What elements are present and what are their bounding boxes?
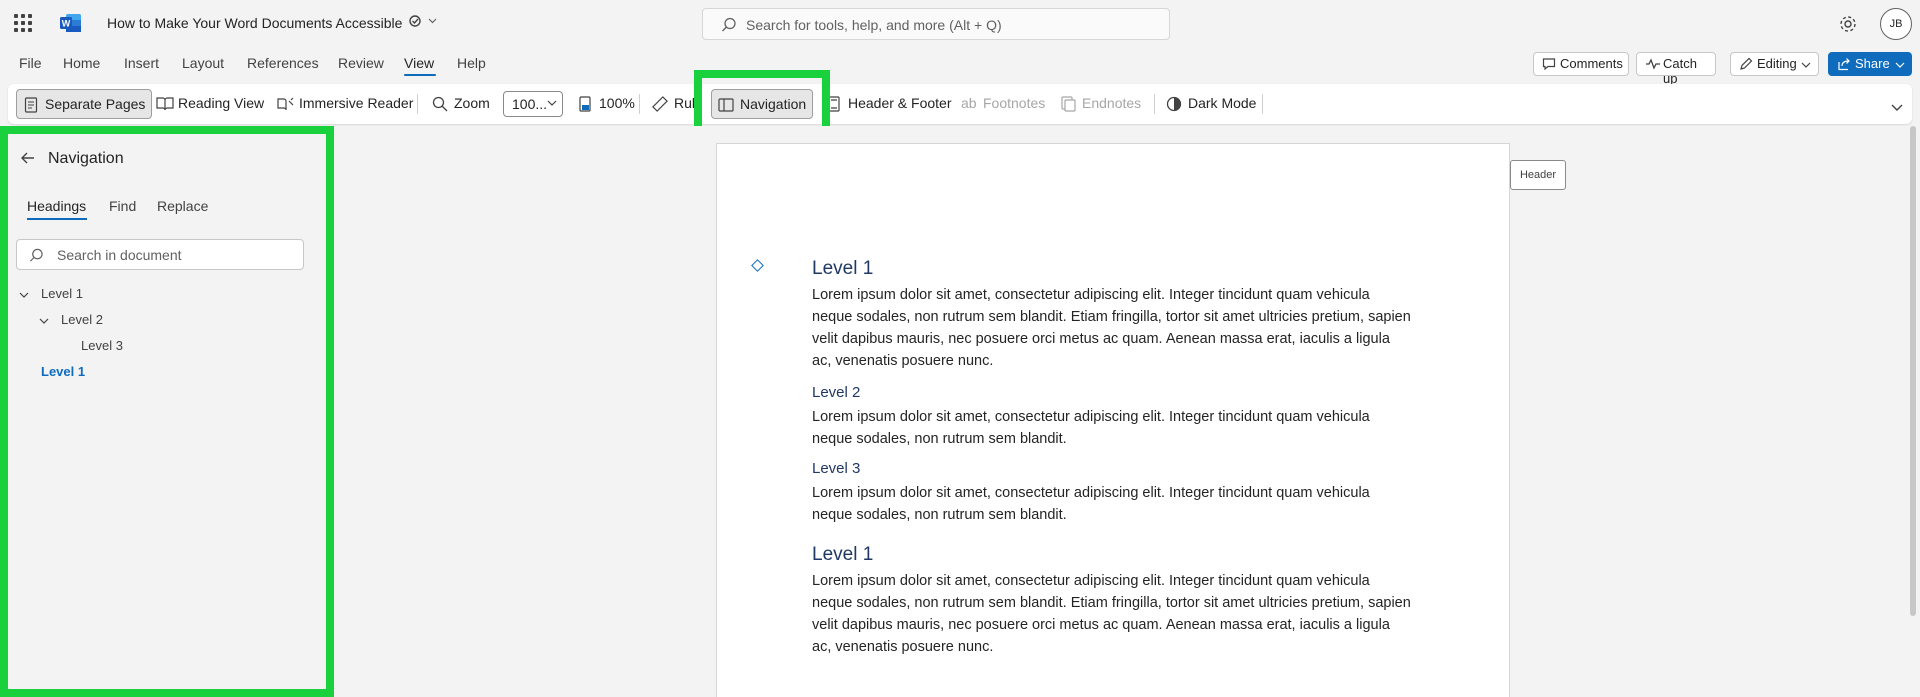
heading-tree-item[interactable]: Level 3 xyxy=(81,338,123,353)
reading-view-button[interactable]: Reading View xyxy=(150,89,270,119)
editing-mode-button[interactable]: Editing xyxy=(1730,52,1819,76)
body-paragraph[interactable]: Lorem ipsum dolor sit amet, consectetur … xyxy=(812,284,1412,372)
footnote-ab-icon: ab xyxy=(961,95,977,111)
heading-tree-item[interactable]: Level 1 xyxy=(41,286,83,301)
ribbon-divider xyxy=(1154,94,1155,114)
share-label: Share xyxy=(1855,56,1890,71)
header-footer-label: Header & Footer xyxy=(848,95,952,111)
back-arrow-icon[interactable] xyxy=(20,150,36,166)
immersive-reader-label: Immersive Reader xyxy=(299,95,414,111)
pencil-icon xyxy=(1740,57,1753,70)
heading-tree-item[interactable]: Level 2 xyxy=(61,312,103,327)
chevron-down-icon xyxy=(1895,62,1905,68)
word-logo-icon[interactable]: W xyxy=(60,13,82,33)
menu-view[interactable]: View xyxy=(404,55,434,71)
zoom-level-select[interactable]: 100... xyxy=(503,91,563,117)
search-icon xyxy=(722,17,736,32)
pulse-icon xyxy=(1646,58,1660,70)
heading-level-3[interactable]: Level 3 xyxy=(812,460,860,477)
zoom-button[interactable]: Zoom xyxy=(426,89,496,119)
autosave-status-icon[interactable] xyxy=(409,14,439,31)
share-icon xyxy=(1838,58,1850,71)
dark-mode-button[interactable]: Dark Mode xyxy=(1160,89,1262,119)
document-search-input[interactable]: Search in document xyxy=(16,239,304,270)
ribbon-expand-chevron-icon[interactable] xyxy=(1890,102,1904,112)
tab-replace[interactable]: Replace xyxy=(157,198,208,214)
title-bar: W How to Make Your Word Documents Access… xyxy=(0,0,1920,48)
search-icon xyxy=(29,248,43,262)
active-tab-indicator xyxy=(27,218,87,220)
document-title[interactable]: How to Make Your Word Documents Accessib… xyxy=(107,15,402,31)
zoom-level-value: 100... xyxy=(512,96,548,112)
collapse-chevron-icon[interactable] xyxy=(39,317,49,325)
share-button[interactable]: Share xyxy=(1828,52,1912,76)
editing-label: Editing xyxy=(1757,56,1797,71)
tab-find[interactable]: Find xyxy=(109,198,136,214)
menu-review[interactable]: Review xyxy=(338,55,384,71)
immersive-reader-button[interactable]: Immersive Reader xyxy=(271,89,419,119)
ribbon-divider xyxy=(417,94,418,114)
endnote-icon xyxy=(1061,96,1076,112)
zoom-100-button[interactable]: 100% xyxy=(571,89,641,119)
separate-pages-label: Separate Pages xyxy=(45,96,146,112)
immersive-reader-icon xyxy=(277,97,294,111)
page-icon xyxy=(24,97,38,113)
dark-mode-label: Dark Mode xyxy=(1188,95,1257,111)
header-tag[interactable]: Header xyxy=(1510,160,1566,190)
body-paragraph[interactable]: Lorem ipsum dolor sit amet, consectetur … xyxy=(812,406,1412,450)
dark-mode-icon xyxy=(1166,96,1182,112)
menu-bar: File Home Insert Layout References Revie… xyxy=(0,48,1920,82)
ribbon-divider xyxy=(639,94,640,114)
menu-insert[interactable]: Insert xyxy=(124,55,159,71)
menu-file[interactable]: File xyxy=(19,55,42,71)
app-launcher-icon[interactable] xyxy=(14,14,32,32)
navigation-pane: Navigation Headings Find Replace Search … xyxy=(0,126,334,697)
endnotes-button[interactable]: Endnotes xyxy=(1054,89,1147,119)
heading-level-1[interactable]: Level 1 xyxy=(812,258,873,280)
svg-text:W: W xyxy=(62,19,71,29)
footnotes-label: Footnotes xyxy=(983,95,1046,111)
menu-layout[interactable]: Layout xyxy=(182,55,224,71)
comment-icon xyxy=(1542,58,1556,71)
menu-home[interactable]: Home xyxy=(63,55,100,71)
user-avatar[interactable]: JB xyxy=(1880,8,1912,40)
menu-references[interactable]: References xyxy=(247,55,319,71)
tab-headings[interactable]: Headings xyxy=(27,198,86,214)
comments-button[interactable]: Comments xyxy=(1533,52,1629,76)
zoom-100-label: 100% xyxy=(599,95,635,111)
header-footer-button[interactable]: Header & Footer xyxy=(820,89,958,119)
heading-level-1[interactable]: Level 1 xyxy=(812,544,873,566)
page-100-icon xyxy=(579,96,591,112)
search-placeholder: Search for tools, help, and more (Alt + … xyxy=(746,17,1002,33)
heading-level-2[interactable]: Level 2 xyxy=(812,384,860,401)
active-menu-indicator xyxy=(404,74,436,76)
comments-label: Comments xyxy=(1560,56,1623,71)
chevron-down-icon xyxy=(1801,62,1811,68)
settings-gear-icon[interactable] xyxy=(1837,13,1859,35)
view-ribbon: Separate Pages Reading View Immersive Re… xyxy=(8,84,1912,124)
ruler-label: Rul xyxy=(674,95,696,111)
ruler-icon xyxy=(652,96,668,112)
footnotes-button[interactable]: ab Footnotes xyxy=(955,89,1051,119)
catch-up-button[interactable]: Catch up xyxy=(1636,52,1716,86)
open-book-icon xyxy=(156,97,174,111)
endnotes-label: Endnotes xyxy=(1082,95,1142,111)
ruler-button[interactable]: Rul xyxy=(646,89,696,119)
body-paragraph[interactable]: Lorem ipsum dolor sit amet, consectetur … xyxy=(812,570,1412,658)
menu-help[interactable]: Help xyxy=(457,55,486,71)
navigation-pane-title: Navigation xyxy=(48,150,124,167)
ribbon-divider xyxy=(1262,94,1263,114)
chevron-down-icon xyxy=(547,100,557,106)
reading-view-label: Reading View xyxy=(178,95,265,111)
separate-pages-button[interactable]: Separate Pages xyxy=(16,89,153,119)
document-search-placeholder: Search in document xyxy=(57,247,182,263)
body-paragraph[interactable]: Lorem ipsum dolor sit amet, consectetur … xyxy=(812,482,1412,526)
vertical-scrollbar[interactable] xyxy=(1910,126,1916,616)
heading-tree-item-current[interactable]: Level 1 xyxy=(41,364,85,379)
magnifier-icon xyxy=(432,96,448,112)
collapse-chevron-icon[interactable] xyxy=(19,291,29,299)
search-input[interactable]: Search for tools, help, and more (Alt + … xyxy=(702,8,1170,40)
zoom-label: Zoom xyxy=(454,95,490,111)
